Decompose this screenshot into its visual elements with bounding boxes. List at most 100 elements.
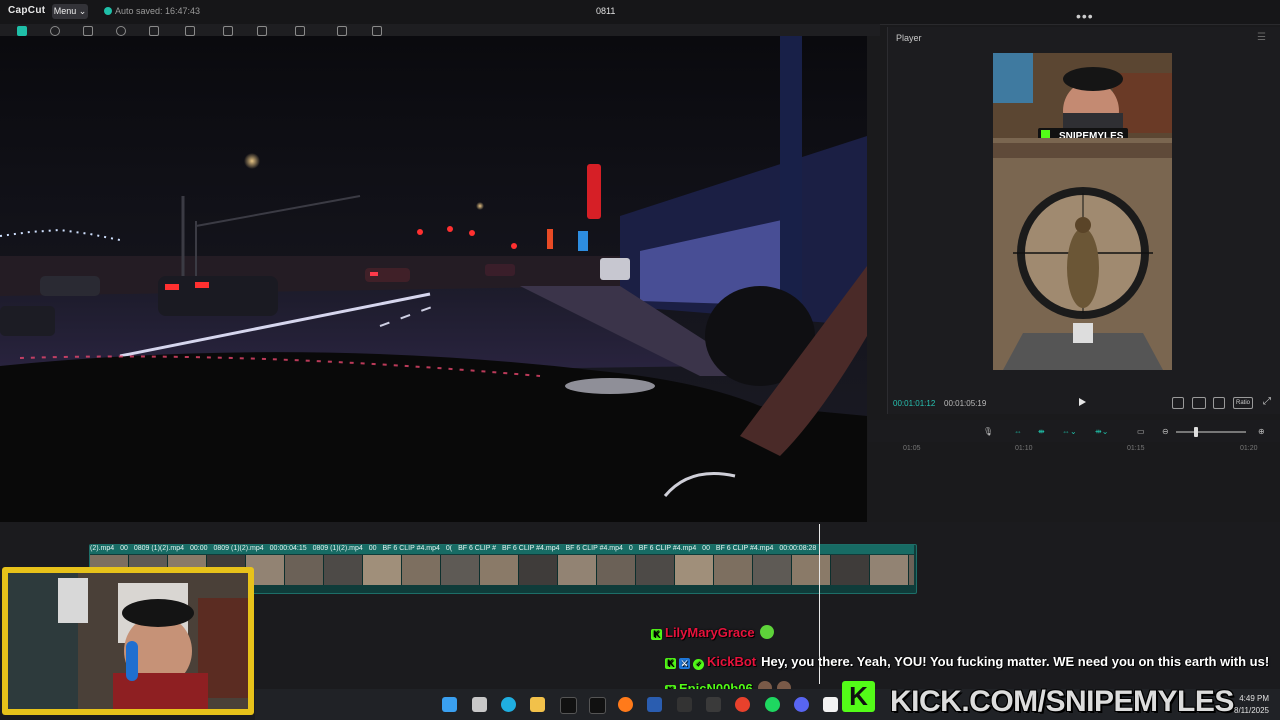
ruler-label: 01:05 — [903, 445, 921, 452]
chrome-icon[interactable] — [735, 697, 750, 712]
clip-label[interactable]: 00 — [369, 545, 377, 552]
file-explorer-icon[interactable] — [530, 697, 545, 712]
chat-username[interactable]: LilyMaryGrace — [665, 625, 755, 640]
ratio-button[interactable]: Ratio — [1233, 397, 1253, 409]
clip-labels: (2).mp4 00 0809 (1)(2).mp4 00:00 0809 (1… — [90, 545, 914, 554]
moderator-badge-icon: ⚔ — [679, 658, 690, 669]
discord-icon[interactable] — [794, 697, 809, 712]
clip-label[interactable]: BF 6 CLIP #4.mp4 — [502, 545, 559, 552]
filters-icon[interactable] — [257, 26, 267, 36]
clip-label[interactable]: BF 6 CLIP #4.mp4 — [565, 545, 622, 552]
spotify-icon[interactable] — [765, 697, 780, 712]
clip-thumbnail — [519, 555, 558, 585]
preview-axis-icon[interactable]: ⇻⌄ — [1095, 427, 1108, 436]
chat-username[interactable]: KickBot — [707, 654, 756, 669]
clip-label[interactable]: 0809 (1)(2).mp4 — [134, 545, 184, 552]
more-options-icon[interactable]: ••• — [1076, 8, 1094, 24]
tiktok-icon[interactable] — [589, 697, 606, 714]
captions-icon[interactable] — [223, 26, 233, 36]
zoom-out-icon[interactable]: ⊖ — [1162, 427, 1169, 436]
media-icon[interactable] — [17, 26, 27, 36]
crop-icon[interactable] — [1213, 397, 1225, 409]
night-street-scene — [0, 36, 867, 522]
clip-label[interactable]: 00 — [120, 545, 128, 552]
chat-message: K ⚔ ✓ KickBot Hey, you there. Yeah, YOU! You… — [665, 654, 1269, 670]
main-video-frame — [0, 36, 867, 522]
zoom-in-icon[interactable]: ⊕ — [1258, 427, 1265, 436]
player-menu-icon[interactable]: ☰ — [1257, 32, 1266, 43]
media-toolbar — [0, 24, 880, 36]
gameplay-preview: SNIPEMYLES — [993, 53, 1172, 370]
play-icon[interactable] — [1077, 397, 1087, 407]
clip-label[interactable]: 00 — [702, 545, 710, 552]
clip-label[interactable]: 00:00 — [190, 545, 208, 552]
audio-icon[interactable] — [50, 26, 60, 36]
taskbar-date[interactable]: 8/11/2025 — [1224, 706, 1269, 715]
autosave-text: Auto saved: 16:47:43 — [115, 6, 201, 16]
mobi-icon[interactable] — [647, 697, 662, 712]
clip-label[interactable]: 00:00:08:28 — [779, 545, 816, 552]
timeline-ruler[interactable] — [868, 442, 1280, 454]
clip-label[interactable]: BF 6 CLIP #4.mp4 — [382, 545, 439, 552]
clip-thumbnail — [558, 555, 597, 585]
clip-label[interactable]: 00:00:04:15 — [270, 545, 307, 552]
clip-label[interactable]: 0 — [629, 545, 633, 552]
verified-badge-icon: ✓ — [693, 659, 704, 670]
chat-text: Hey, you there. Yeah, YOU! You fucking m… — [761, 654, 1270, 669]
streamer-webcam — [8, 573, 248, 709]
expand-icon[interactable]: ⤢ — [1262, 397, 1272, 407]
menu-button[interactable]: Menu ⌄ — [52, 4, 88, 19]
clip-label[interactable]: (2).mp4 — [90, 545, 114, 552]
captions-track-icon[interactable]: ▭ — [1137, 427, 1145, 436]
clip-label[interactable]: 0809 (1)(2).mp4 — [313, 545, 363, 552]
clip-thumbnail — [792, 555, 831, 585]
clip-label[interactable]: BF 6 CLIP #4.mp4 — [716, 545, 773, 552]
clip-thumbnail — [831, 555, 870, 585]
windows-icon[interactable] — [442, 697, 457, 712]
webcam-overlay — [2, 567, 254, 715]
full-quality-icon[interactable] — [1192, 397, 1206, 409]
capcut-icon[interactable] — [823, 697, 838, 712]
clip-thumbnail — [714, 555, 753, 585]
x-icon[interactable] — [560, 697, 577, 714]
microphone-icon[interactable]: 🎙 — [983, 427, 993, 436]
clip-label[interactable]: BF 6 CLIP #4.mp4 — [639, 545, 696, 552]
clip-label[interactable]: BF 6 CLIP # — [458, 545, 496, 552]
effects-icon[interactable] — [149, 26, 159, 36]
zoom-slider-track[interactable] — [1176, 431, 1246, 433]
clip-thumbnail — [636, 555, 675, 585]
text-icon[interactable] — [83, 26, 93, 36]
adjustment-icon[interactable] — [295, 26, 305, 36]
clip-thumbnail — [480, 555, 519, 585]
magnet-icon[interactable]: ⇼ — [1038, 427, 1045, 436]
project-title: 0811 — [596, 6, 616, 16]
clip-label[interactable]: 0( — [446, 545, 452, 552]
clip-label[interactable]: 0809 (1)(2).mp4 — [213, 545, 263, 552]
clip-thumbnail — [675, 555, 714, 585]
transitions-icon[interactable] — [185, 26, 195, 36]
stickers-icon[interactable] — [116, 26, 126, 36]
clip-thumbnail — [909, 555, 914, 585]
ruler-label: 01:20 — [1240, 445, 1258, 452]
zoom-slider-thumb[interactable] — [1194, 427, 1198, 437]
terminal-icon[interactable] — [677, 697, 692, 712]
fullscreen-preview-icon[interactable] — [1172, 397, 1184, 409]
snap-icon[interactable]: ⇔⌄ — [1062, 427, 1077, 436]
clip-thumbnail — [285, 555, 324, 585]
clip-thumbnail — [324, 555, 363, 585]
app-logo: CapCut — [8, 5, 46, 16]
taskbar-time[interactable]: 4:49 PM — [1237, 694, 1269, 703]
autosave-status: Auto saved: 16:47:43 — [104, 6, 200, 16]
firefox-icon[interactable] — [618, 697, 633, 712]
xbox-icon[interactable] — [706, 697, 721, 712]
player-preview: SNIPEMYLES — [993, 53, 1172, 370]
edge-icon[interactable] — [501, 697, 516, 712]
ai-icon[interactable] — [372, 26, 382, 36]
total-duration: 00:01:05:19 — [944, 399, 987, 408]
autosave-check-icon — [104, 7, 112, 15]
clip-thumbnail — [870, 555, 909, 585]
templates-icon[interactable] — [337, 26, 347, 36]
link-clips-icon[interactable]: ⇔ — [1014, 427, 1022, 436]
chat-message: K LilyMaryGrace — [651, 625, 774, 640]
task-view-icon[interactable] — [472, 697, 487, 712]
